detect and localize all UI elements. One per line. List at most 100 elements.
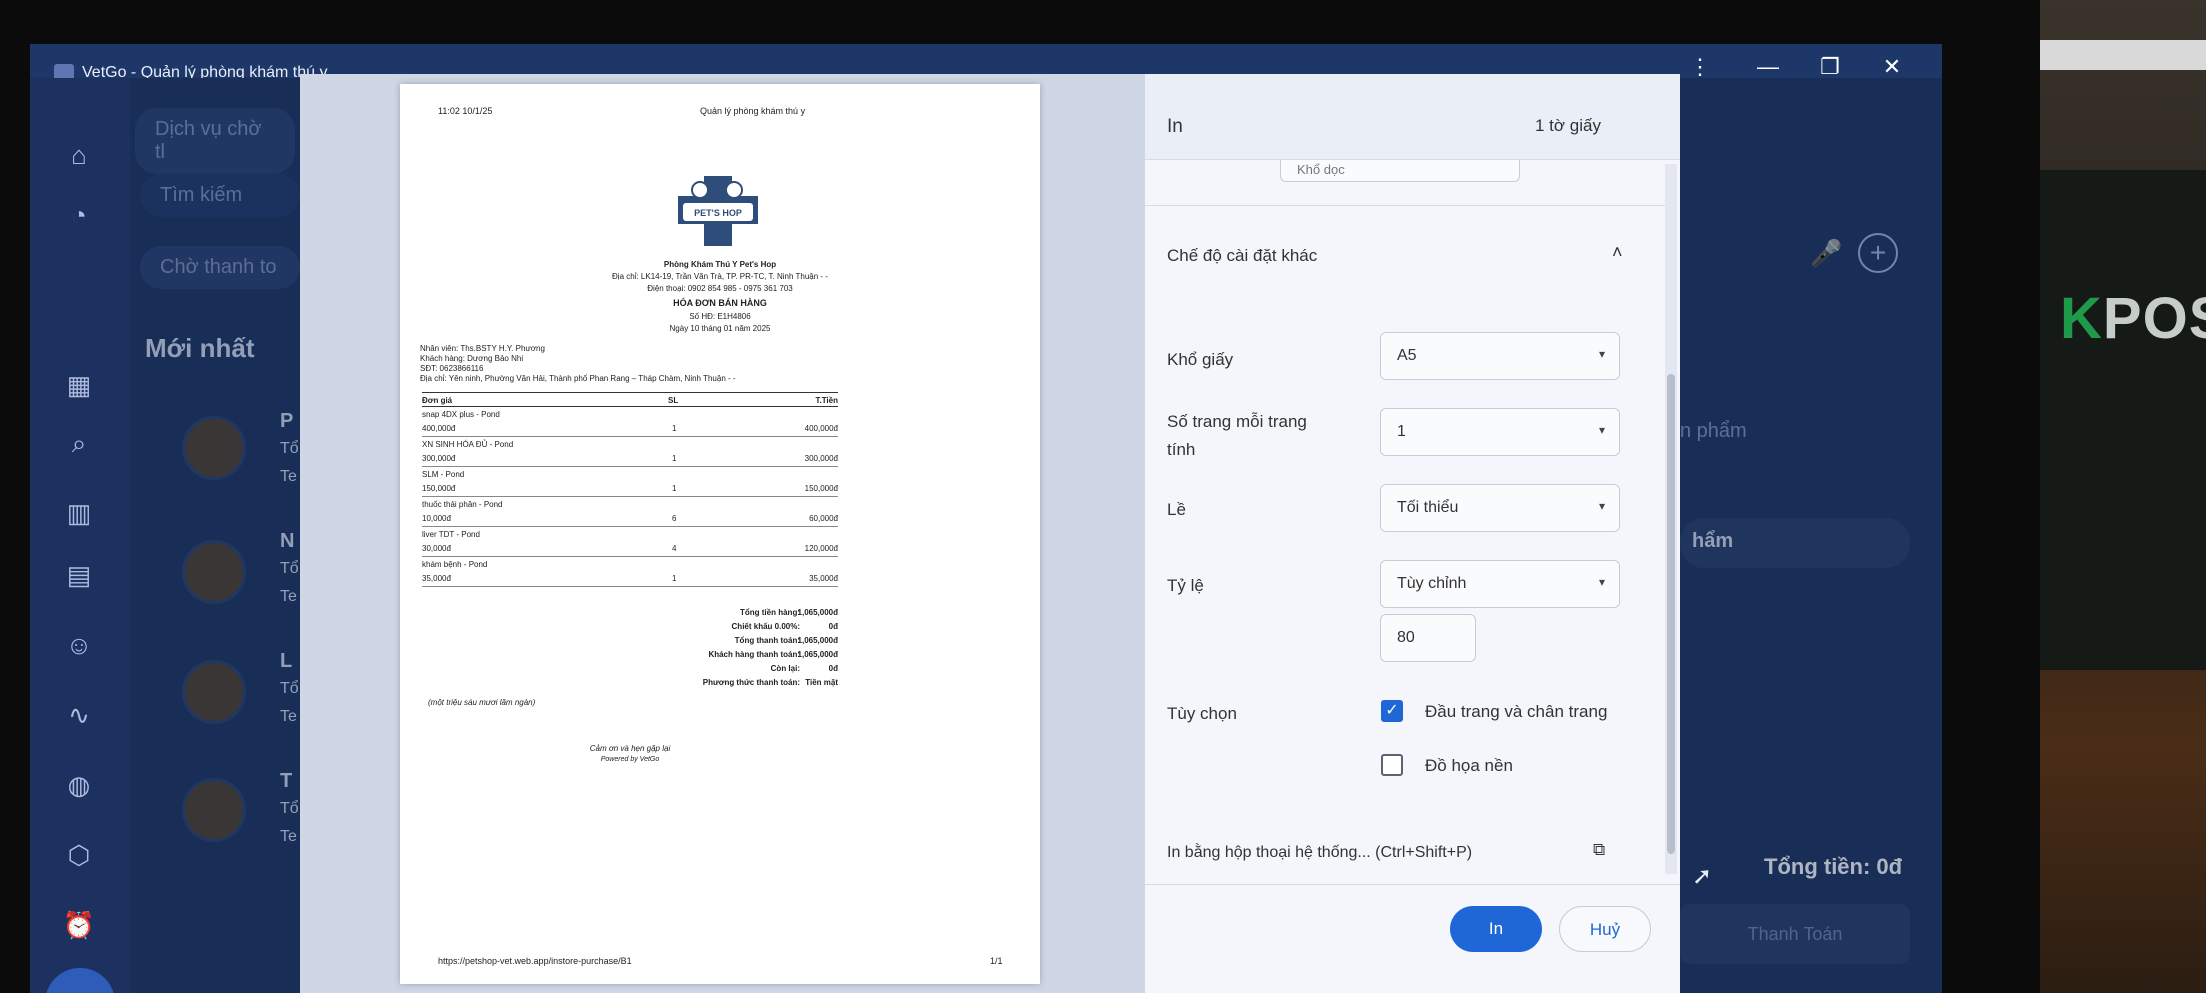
margins-label: Lề xyxy=(1167,500,1186,519)
headers-footers-label: Đầu trang và chân trang xyxy=(1425,702,1608,721)
print-title: In xyxy=(1167,116,1183,137)
scale-select[interactable]: Tùy chỉnh ▾ xyxy=(1380,560,1620,608)
item-total: 300,000đ xyxy=(804,454,838,463)
pulse-icon[interactable]: ∿ xyxy=(62,698,96,732)
print-dialog: 11:02 10/1/25 Quản lý phòng khám thú y P… xyxy=(300,74,1680,993)
customer-address-line: Địa chỉ: Yên ninh, Phường Văn Hải, Thành… xyxy=(420,374,736,383)
col-total: T.Tiền xyxy=(815,396,838,405)
minimize-button[interactable]: — xyxy=(1753,54,1783,80)
dropdown-caret-icon: ▾ xyxy=(1598,423,1605,437)
table-rule xyxy=(422,406,838,407)
staff-line: Nhân viên: Ths.BSTY H.Y. Phương xyxy=(420,344,545,353)
background-graphics-checkbox[interactable] xyxy=(1381,754,1403,776)
clinic-address: Địa chỉ: LK14-19, Trần Văn Trà, TP. PR-T… xyxy=(612,272,828,281)
scroll-thumb[interactable] xyxy=(1667,374,1675,854)
chevron-up-icon[interactable]: ˄ xyxy=(1612,242,1623,263)
summary-value: 0đ xyxy=(828,622,838,631)
row-rule xyxy=(422,466,838,467)
layout-select[interactable]: Khổ dọc xyxy=(1280,160,1520,182)
paper-size-select[interactable]: A5 ▾ xyxy=(1380,332,1620,380)
summary-value: Tiền mặt xyxy=(805,678,838,687)
summary-value: 1,065,000đ xyxy=(797,636,838,645)
col-qty: SL xyxy=(668,396,679,405)
restore-button[interactable]: ❐ xyxy=(1815,54,1845,80)
footer-page: 1/1 xyxy=(990,956,1003,966)
alarm-icon[interactable]: ⏰ xyxy=(62,908,96,942)
item-name: snap 4DX plus - Pond xyxy=(422,410,500,419)
sheet-count: 1 tờ giấy xyxy=(1535,116,1601,135)
print-header: In 1 tờ giấy xyxy=(1145,74,1680,160)
summary-value: 1,065,000đ xyxy=(797,608,838,617)
summary-value: 1,065,000đ xyxy=(797,650,838,659)
col-price: Đơn giá xyxy=(422,396,453,405)
receipt-header-title: Quản lý phòng khám thú y xyxy=(700,106,806,116)
dropdown-caret-icon: ▾ xyxy=(1598,499,1605,513)
pages-per-sheet-select[interactable]: 1 ▾ xyxy=(1380,408,1620,456)
margins-select[interactable]: Tối thiểu ▾ xyxy=(1380,484,1620,532)
shelf xyxy=(2040,40,2206,70)
box-icon[interactable]: ⬡ xyxy=(62,838,96,872)
row-rule xyxy=(422,586,838,587)
row-rule xyxy=(422,526,838,527)
screen: KPOS VetGo - Quản lý phòng khám thú y ⋮ … xyxy=(0,0,2206,993)
dropdown-caret-icon: ▾ xyxy=(1598,575,1605,589)
print-preview-area: 11:02 10/1/25 Quản lý phòng khám thú y P… xyxy=(300,74,1145,993)
dropdown-caret-icon: ▾ xyxy=(1598,347,1605,361)
print-button[interactable]: In xyxy=(1450,906,1542,952)
system-dialog-link[interactable]: In bằng hộp thoại hệ thống... (Ctrl+Shif… xyxy=(1167,844,1472,862)
headers-footers-checkbox[interactable]: ✓ xyxy=(1381,700,1403,722)
customer-phone-line: SĐT: 0623866116 xyxy=(420,364,484,373)
cancel-button[interactable]: Huỷ xyxy=(1559,906,1651,952)
logo-text: PET'S HOP xyxy=(694,208,742,218)
divider xyxy=(1145,205,1665,206)
customer-line: Khách hàng: Dương Bảo Nhi xyxy=(420,354,524,363)
thanks-text: Cảm ơn và hẹn gặp lại xyxy=(589,744,671,753)
chat-icon[interactable]: ◍ xyxy=(62,768,96,802)
clinic-logo: PET'S HOP xyxy=(670,172,766,250)
users-icon[interactable]: ☺ xyxy=(62,628,96,662)
search-nav-icon[interactable]: ⌕ xyxy=(62,426,96,460)
sidebar: ⌂ ◔ ▦ ⌕ ▥ ▤ ☺ ∿ ◍ ⬡ ⏰ xyxy=(30,78,130,993)
item-total: 60,000đ xyxy=(809,514,838,523)
scale-input[interactable]: 80 xyxy=(1380,614,1476,662)
print-settings-panel: In 1 tờ giấy Khổ dọc Chế độ cài đặt khác… xyxy=(1145,74,1680,993)
item-total: 35,000đ xyxy=(809,574,838,583)
item-name: thuốc thải phân - Pond xyxy=(422,500,503,509)
pages-per-sheet-label: Số trang mỗi trang xyxy=(1167,412,1307,431)
item-price: 35,000đ xyxy=(422,574,451,583)
margins-value: Tối thiểu xyxy=(1397,499,1459,516)
title-bar: VetGo - Quản lý phòng khám thú y ⋮ — ❐ ✕ xyxy=(30,44,1942,84)
chart-icon[interactable]: ▥ xyxy=(62,496,96,530)
more-settings-label[interactable]: Chế độ cài đặt khác xyxy=(1167,246,1317,266)
item-qty: 4 xyxy=(672,544,677,553)
item-total: 400,000đ xyxy=(804,424,838,433)
calendar-icon[interactable]: ▦ xyxy=(62,368,96,402)
item-price: 150,000đ xyxy=(422,484,456,493)
divider xyxy=(1145,884,1680,885)
document-icon[interactable]: ▤ xyxy=(62,558,96,592)
summary-value: 0đ xyxy=(828,664,838,673)
user-avatar-button[interactable] xyxy=(45,968,115,993)
item-qty: 1 xyxy=(672,454,677,463)
receipt-time: 11:02 10/1/25 xyxy=(438,106,493,116)
background-graphics-label: Đồ họa nền xyxy=(1425,756,1513,775)
background-hardware: KPOS xyxy=(2040,0,2206,993)
external-link-icon[interactable]: ⧉ xyxy=(1593,840,1605,860)
row-rule xyxy=(422,556,838,557)
item-price: 30,000đ xyxy=(422,544,451,553)
close-button[interactable]: ✕ xyxy=(1877,54,1907,80)
item-price: 10,000đ xyxy=(422,514,451,523)
invoice-number: Số HĐ: E1H4806 xyxy=(689,312,751,321)
item-name: khám bệnh - Pond xyxy=(422,560,488,569)
settings-scrollbar[interactable] xyxy=(1665,164,1677,874)
pet-icon[interactable]: ◔ xyxy=(62,198,96,232)
item-price: 300,000đ xyxy=(422,454,456,463)
item-name: liver TDT - Pond xyxy=(422,530,480,539)
paper-size-label: Khổ giấy xyxy=(1167,350,1234,369)
powered-by: Powered by VetGo xyxy=(600,756,660,763)
home-icon[interactable]: ⌂ xyxy=(62,138,96,172)
amount-in-words: (một triệu sáu mươi lăm ngàn) xyxy=(428,698,536,707)
more-options-icon[interactable]: ⋮ xyxy=(1685,54,1715,80)
item-qty: 1 xyxy=(672,574,677,583)
invoice-title: HÓA ĐƠN BÁN HÀNG xyxy=(673,298,767,308)
